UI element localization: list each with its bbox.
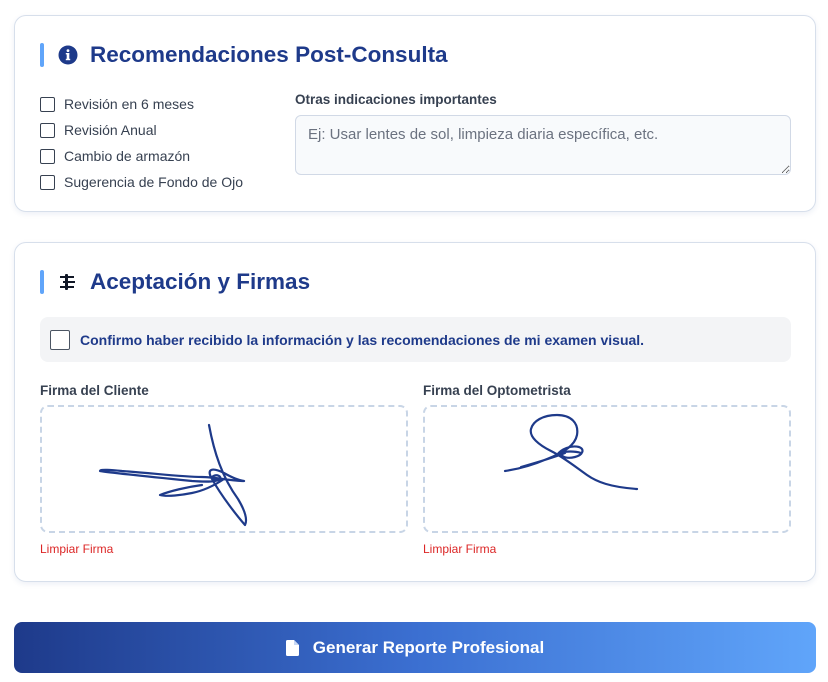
option-label: Revisión en 6 meses — [64, 96, 194, 112]
option-fondo-de-ojo[interactable]: Sugerencia de Fondo de Ojo — [40, 169, 243, 195]
clear-client-signature-link[interactable]: Limpiar Firma — [40, 542, 408, 556]
optometrist-signature-pad[interactable] — [423, 405, 791, 533]
option-label: Cambio de armazón — [64, 148, 191, 164]
signatures-card: Aceptación y Firmas Confirmo haber recib… — [14, 242, 816, 582]
optometrist-signature-group: Firma del Optometrista Limpiar Firma — [423, 383, 791, 556]
generate-report-label: Generar Reporte Profesional — [312, 637, 545, 657]
optometrist-signature-label: Firma del Optometrista — [423, 383, 571, 398]
confirm-checkbox[interactable] — [50, 329, 70, 350]
option-revision-anual[interactable]: Revisión Anual — [40, 117, 243, 143]
confirm-text: Confirmo haber recibido la información y… — [80, 331, 645, 348]
notes-textarea[interactable] — [295, 115, 791, 175]
file-icon — [285, 639, 299, 656]
signature-icon — [58, 272, 78, 292]
generate-report-button[interactable]: Generar Reporte Profesional — [14, 622, 816, 673]
signatures-title: Aceptación y Firmas — [90, 269, 311, 294]
option-label: Sugerencia de Fondo de Ojo — [64, 174, 244, 190]
recommendations-card: Recomendaciones Post-Consulta Revisión e… — [14, 15, 816, 212]
notes-label: Otras indicaciones importantes — [295, 92, 497, 107]
client-signature-group: Firma del Cliente Limpiar Firma — [40, 383, 408, 556]
optometrist-signature-stroke — [503, 413, 639, 491]
option-label: Revisión Anual — [64, 122, 157, 138]
recommendations-title: Recomendaciones Post-Consulta — [90, 42, 448, 67]
client-signature-label: Firma del Cliente — [40, 383, 149, 398]
info-circle-icon — [58, 45, 78, 65]
checkbox[interactable] — [40, 148, 55, 164]
client-signature-pad[interactable] — [40, 405, 408, 533]
recommendations-header: Recomendaciones Post-Consulta — [40, 42, 448, 68]
checkbox[interactable] — [40, 122, 55, 138]
clear-optometrist-signature-link[interactable]: Limpiar Firma — [423, 542, 791, 556]
recommendations-checklist: Revisión en 6 meses Revisión Anual Cambi… — [40, 91, 243, 195]
checkbox[interactable] — [40, 96, 55, 112]
checkbox[interactable] — [40, 174, 55, 190]
confirm-reception[interactable]: Confirmo haber recibido la información y… — [40, 317, 791, 362]
signatures-header: Aceptación y Firmas — [40, 269, 310, 295]
client-signature-stroke — [98, 423, 248, 527]
title-accent-bar — [40, 43, 44, 67]
option-revision-6-meses[interactable]: Revisión en 6 meses — [40, 91, 243, 117]
option-cambio-armazon[interactable]: Cambio de armazón — [40, 143, 243, 169]
title-accent-bar — [40, 270, 44, 294]
notes-group: Otras indicaciones importantes — [295, 92, 791, 180]
